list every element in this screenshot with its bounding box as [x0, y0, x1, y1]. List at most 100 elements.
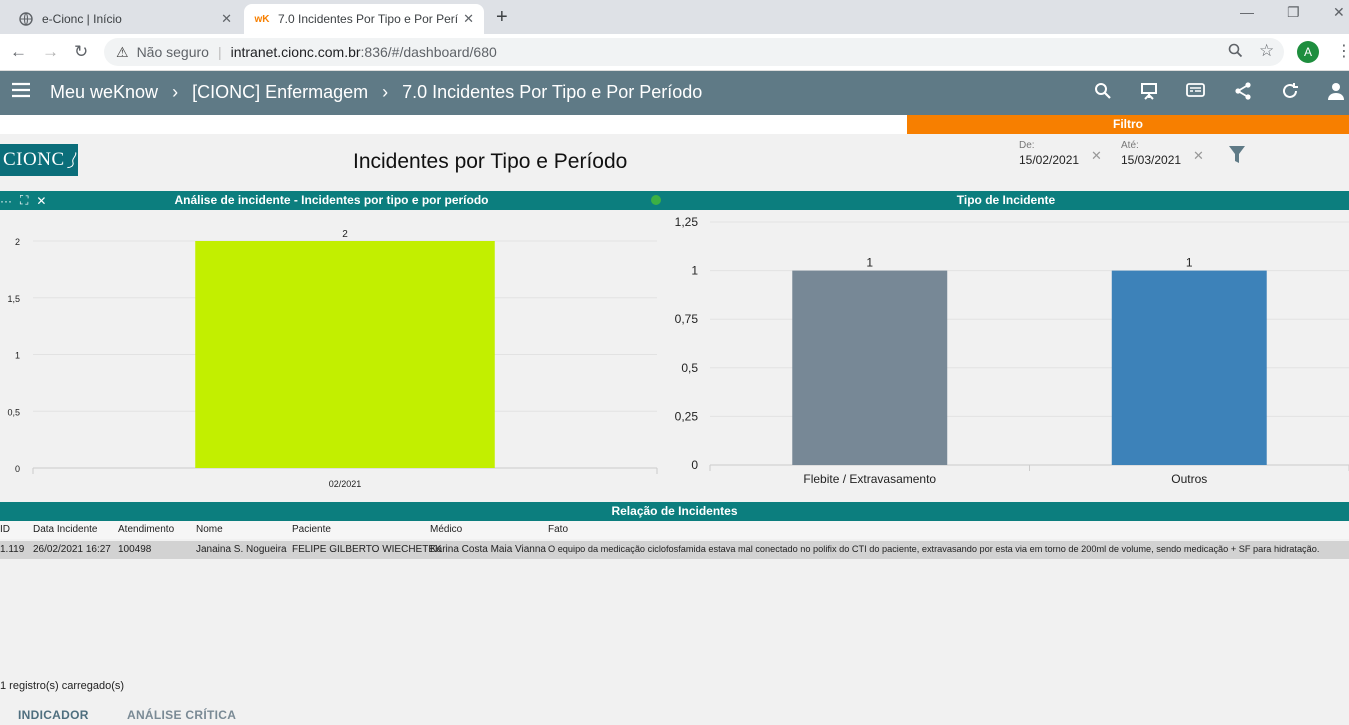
breadcrumb-current: 7.0 Incidentes Por Tipo e Por Período — [402, 82, 703, 102]
clear-date-from-icon[interactable]: ✕ — [1091, 148, 1102, 164]
tab-analise-critica[interactable]: ANÁLISE CRÍTICA — [127, 708, 236, 722]
close-panel-icon[interactable]: ✕ — [36, 194, 46, 208]
status-dot — [651, 195, 661, 205]
browser-tab-dashboard[interactable]: wK 7.0 Incidentes Por Tipo e Por Perí ✕ — [244, 4, 484, 34]
forward-icon[interactable]: → — [42, 42, 59, 62]
y-tick-label: 0 — [691, 458, 698, 472]
filter-toggle[interactable]: Filtro — [907, 115, 1349, 134]
cell-atendimento: 100498 — [118, 544, 152, 555]
restore-icon[interactable]: ❐ — [1287, 4, 1300, 21]
zoom-icon[interactable] — [1228, 43, 1243, 62]
app-header: Meu weKnow › [CIONC] Enfermagem › 7.0 In… — [0, 71, 1349, 115]
address-bar[interactable]: ⚠ Não seguro | intranet.cionc.com.br:836… — [104, 38, 1284, 66]
breadcrumb-home[interactable]: Meu weKnow — [50, 82, 158, 103]
share-icon[interactable] — [1234, 82, 1252, 105]
column-header-atendimento[interactable]: Atendimento — [118, 524, 174, 535]
refresh-icon[interactable] — [1281, 82, 1299, 105]
globe-icon — [18, 11, 34, 27]
chart1-header: Análise de incidente - Incidentes por ti… — [0, 191, 663, 210]
presentation-icon[interactable] — [1140, 82, 1158, 105]
y-tick-label: 1 — [691, 264, 698, 278]
x-tick-label: Outros — [1171, 472, 1207, 486]
y-tick-label: 1 — [15, 351, 20, 361]
menu-icon[interactable] — [12, 81, 30, 104]
expand-icon[interactable]: ⛶ — [20, 193, 28, 208]
x-tick-label: Flebite / Extravasamento — [803, 472, 936, 486]
table-column-headers: ID Data Incidente Atendimento Nome Pacie… — [0, 521, 1349, 539]
filter-icon[interactable] — [1229, 146, 1245, 164]
url-host: intranet.cionc.com.br — [230, 44, 361, 60]
chart2-svg: 0 0,25 0,5 0,75 1 1,25 1 Flebite / Extravasamen… — [675, 215, 1349, 486]
security-label[interactable]: Não seguro — [137, 44, 209, 60]
column-header-data[interactable]: Data Incidente — [33, 524, 98, 535]
column-header-fato[interactable]: Fato — [548, 524, 568, 535]
profile-avatar[interactable]: A — [1297, 41, 1319, 63]
chart2-header: Tipo de Incidente — [663, 191, 1349, 210]
chart2-area: 0 0,25 0,5 0,75 1 1,25 1 Flebite / Extravasamen… — [663, 210, 1349, 500]
more-icon[interactable]: ··· — [0, 194, 12, 208]
bar — [195, 241, 495, 468]
y-tick-label: 2 — [15, 237, 20, 247]
browser-menu-icon[interactable]: ⋮ — [1336, 41, 1349, 61]
chevron-right-icon: › — [382, 82, 389, 102]
warning-icon[interactable]: ⚠ — [116, 44, 129, 61]
chart2-title: Tipo de Incidente — [956, 193, 1056, 207]
tab-indicador[interactable]: INDICADOR — [18, 708, 89, 722]
url-path: :836/#/dashboard/680 — [360, 44, 497, 60]
column-header-id[interactable]: ID — [0, 524, 10, 535]
column-header-medico[interactable]: Médico — [430, 524, 462, 535]
data-label: 1 — [1186, 256, 1193, 270]
page-title: Incidentes por Tipo e Período — [353, 150, 628, 173]
y-tick-label: 1,5 — [7, 294, 20, 304]
user-icon[interactable] — [1327, 82, 1345, 105]
incidents-table: ID Data Incidente Atendimento Nome Pacie… — [0, 521, 1349, 559]
cell-id: 1.119 — [0, 544, 25, 555]
cell-medico: Karina Costa Maia Vianna — [430, 544, 546, 555]
bookmark-star-icon[interactable]: ☆ — [1259, 41, 1274, 61]
breadcrumb-folder[interactable]: [CIONC] Enfermagem — [192, 82, 368, 103]
breadcrumb: Meu weKnow › [CIONC] Enfermagem › 7.0 In… — [50, 82, 702, 103]
table-row[interactable]: 1.119 26/02/2021 16:27 100498 Janaina S.… — [0, 541, 1349, 559]
chevron-right-icon: › — [172, 82, 179, 102]
company-logo: CIONC — [0, 144, 78, 176]
date-to-field[interactable]: Até: 15/03/2021 ✕ — [1121, 140, 1211, 173]
reload-icon[interactable]: ↻ — [74, 42, 88, 62]
minimize-icon[interactable]: — — [1240, 4, 1254, 20]
cell-fato: O equipo da medicação ciclofosfamida est… — [548, 544, 1320, 554]
close-tab-icon[interactable]: ✕ — [463, 11, 474, 27]
table-title: Relação de Incidentes — [611, 504, 738, 518]
chart1-title: Análise de incidente - Incidentes por ti… — [174, 193, 489, 207]
date-from-field[interactable]: De: 15/02/2021 ✕ — [1019, 140, 1107, 173]
close-window-icon[interactable]: ✕ — [1333, 4, 1345, 21]
logo-text: CIONC — [3, 149, 65, 170]
bar — [1111, 270, 1267, 465]
cell-data: 26/02/2021 16:27 — [33, 544, 111, 555]
column-header-nome[interactable]: Nome — [196, 524, 223, 535]
tab-title: 7.0 Incidentes Por Tipo e Por Perí — [278, 12, 459, 26]
search-icon[interactable] — [1094, 82, 1111, 104]
bar — [792, 270, 948, 465]
cell-paciente: FELIPE GILBERTO WIECHETEK — [292, 544, 442, 555]
weknow-favicon-icon: wK — [254, 13, 270, 25]
y-tick-label: 0 — [15, 464, 20, 474]
new-tab-icon[interactable]: + — [496, 6, 508, 29]
column-header-paciente[interactable]: Paciente — [292, 524, 331, 535]
chart1-svg: 0 0,5 1 1,5 2 2 02/2021 — [7, 229, 658, 489]
y-tick-label: 0,25 — [675, 409, 699, 423]
separator: | — [217, 44, 222, 60]
data-label: 2 — [342, 229, 348, 240]
back-icon[interactable]: ← — [10, 42, 27, 62]
close-tab-icon[interactable]: ✕ — [221, 11, 232, 27]
clear-date-to-icon[interactable]: ✕ — [1193, 148, 1204, 164]
browser-tab-inicio[interactable]: e-Cionc | Início ✕ — [8, 4, 242, 34]
records-loaded-status: 1 registro(s) carregado(s) — [0, 680, 125, 692]
chart1-area: 0 0,5 1 1,5 2 2 02/2021 — [0, 210, 663, 500]
browser-toolbar: ← → ↻ ⚠ Não seguro | intranet.cionc.com.… — [0, 34, 1349, 71]
x-tick-label: 02/2021 — [329, 479, 362, 489]
panel-tools: ··· ⛶ ✕ — [0, 191, 46, 210]
captions-icon[interactable] — [1186, 82, 1205, 103]
browser-tab-strip: e-Cionc | Início ✕ wK 7.0 Incidentes Por… — [0, 0, 1349, 34]
y-tick-label: 0,75 — [675, 312, 699, 326]
data-label: 1 — [866, 256, 873, 270]
cell-nome: Janaina S. Nogueira — [196, 544, 287, 555]
